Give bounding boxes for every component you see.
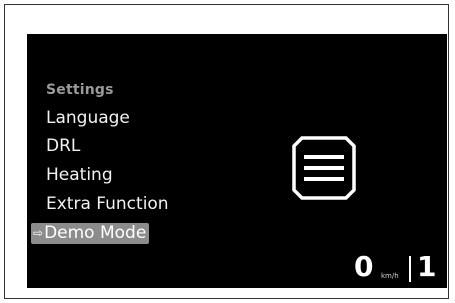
menu-item-demo-mode-label: Demo Mode	[44, 223, 147, 243]
menu-item-drl[interactable]: DRL	[46, 136, 80, 156]
menu-item-heating[interactable]: Heating	[46, 165, 113, 185]
speed-readout: 0 km/h 1	[354, 252, 444, 284]
menu-item-extra-function[interactable]: Extra Function	[46, 194, 169, 214]
menu-icon	[292, 136, 356, 200]
selection-arrow-icon: ⇨	[33, 226, 44, 240]
speed-value: 0	[354, 250, 374, 283]
menu-item-language[interactable]: Language	[46, 108, 130, 128]
readout-divider	[409, 256, 411, 282]
figure-frame: Settings Language DRL Heating Extra Func…	[4, 4, 449, 299]
speed-unit: km/h	[381, 272, 399, 280]
settings-menu: Settings Language DRL Heating Extra Func…	[27, 34, 227, 288]
menu-title: Settings	[46, 82, 114, 98]
display-screen: Settings Language DRL Heating Extra Func…	[27, 34, 447, 288]
gear-value: 1	[417, 250, 437, 283]
menu-item-demo-mode[interactable]: ⇨Demo Mode	[31, 223, 150, 244]
